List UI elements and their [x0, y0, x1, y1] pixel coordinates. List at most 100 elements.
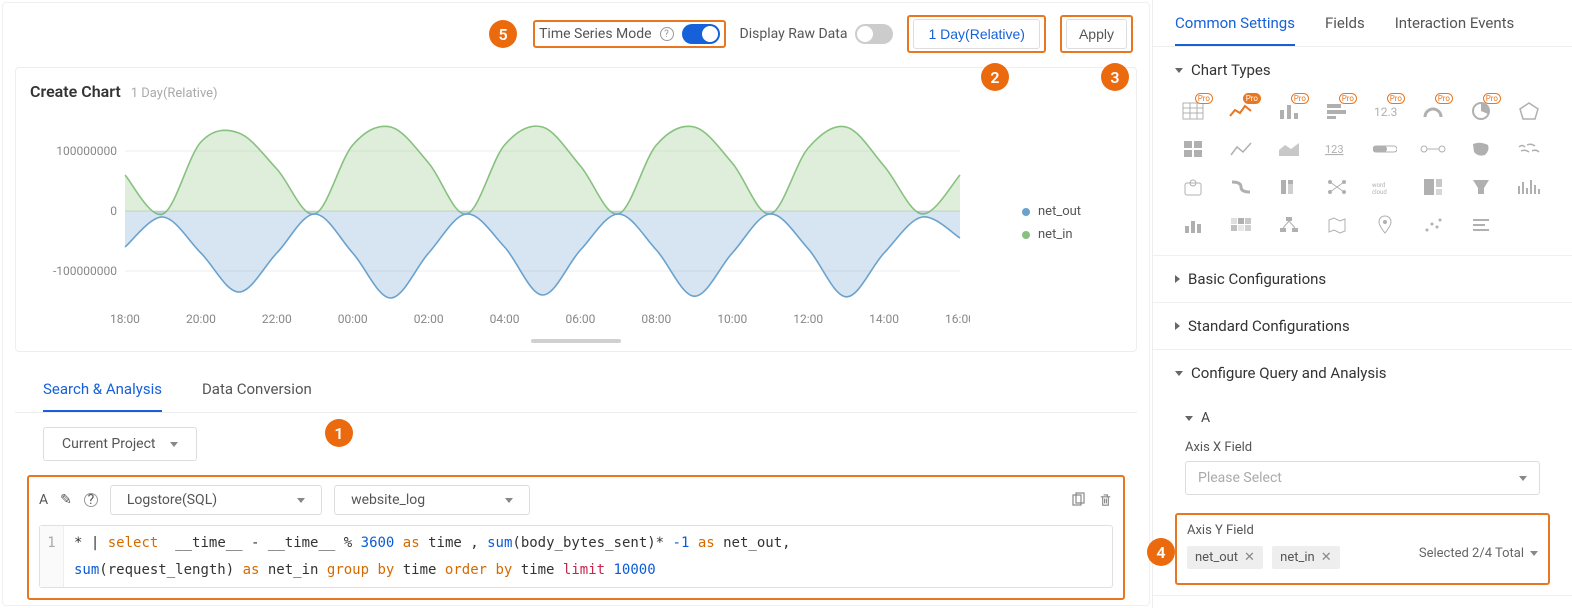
time-range-button[interactable]: 1 Day(Relative)	[913, 19, 1039, 49]
logstore-type-select[interactable]: Logstore(SQL)	[110, 485, 322, 515]
chart-type-gauge-icon[interactable]: Pro	[1415, 97, 1451, 125]
chart-type-radar-icon[interactable]	[1511, 97, 1547, 125]
chart-type-world-map-icon[interactable]	[1511, 135, 1547, 163]
chart-type-map2-icon[interactable]	[1319, 211, 1355, 239]
section-basic-config[interactable]: Basic Configurations	[1153, 256, 1572, 302]
tab-common-settings[interactable]: Common Settings	[1175, 14, 1295, 46]
chart-type-progress-icon[interactable]	[1367, 135, 1403, 163]
letter-a-icon[interactable]: A	[39, 492, 48, 508]
subsection-a[interactable]: A	[1185, 402, 1540, 434]
help-icon[interactable]: ?	[84, 493, 98, 507]
chart-type-sankey-icon[interactable]	[1223, 173, 1259, 201]
chart-type-heatmap-icon[interactable]	[1223, 211, 1259, 239]
axis-y-tag[interactable]: net_in ✕	[1272, 546, 1339, 569]
chart-type-funnel-icon[interactable]	[1463, 173, 1499, 201]
apply-button[interactable]: Apply	[1066, 19, 1127, 49]
chevron-down-icon	[297, 498, 305, 503]
chart-type-pie-icon[interactable]: Pro	[1463, 97, 1499, 125]
rp-tablist: Common Settings Fields Interaction Event…	[1153, 0, 1572, 47]
tag-label: net_in	[1280, 550, 1315, 565]
legend-item[interactable]: net_out	[1022, 204, 1122, 219]
chart-type-network-icon[interactable]	[1319, 173, 1355, 201]
svg-text:16:00: 16:00	[945, 312, 970, 326]
legend-label: net_in	[1038, 227, 1073, 242]
chart-type-tree-icon[interactable]	[1271, 211, 1307, 239]
chart-type-number-icon[interactable]: Pro12.3	[1367, 97, 1403, 125]
legend-item[interactable]: net_in	[1022, 227, 1122, 242]
chart-type-treemap-icon[interactable]	[1415, 173, 1451, 201]
chart-panel: Create Chart 1 Day(Relative) -1000000000…	[15, 67, 1137, 352]
chart-type-123-icon[interactable]: 123	[1319, 135, 1355, 163]
copy-icon[interactable]	[1070, 492, 1086, 508]
chart-svg: -100000000010000000018:0020:0022:0000:00…	[30, 111, 970, 331]
section-label: Chart Types	[1191, 61, 1271, 79]
chart-type-flow-icon[interactable]	[1415, 135, 1451, 163]
time-series-mode-toggle[interactable]	[682, 24, 720, 44]
caret-down-icon	[1175, 68, 1183, 73]
sql-editor[interactable]: 1 * | select __time__ - __time__ % 3600 …	[39, 525, 1113, 588]
section-query-analysis[interactable]: Configure Query and Analysis	[1153, 350, 1572, 396]
chart-type-line2-icon[interactable]	[1223, 135, 1259, 163]
axis-y-label: Axis Y Field	[1187, 523, 1538, 538]
logstore-name-select[interactable]: website_log	[334, 485, 530, 515]
chart-types-grid: Pro Pro Pro Pro Pro12.3 Pro Pro 123	[1153, 93, 1572, 255]
chart-type-stacked-icon[interactable]	[1271, 173, 1307, 201]
svg-text:-100000000: -100000000	[53, 264, 117, 278]
apply-highlight: Apply	[1060, 15, 1133, 53]
chart-type-area-icon[interactable]	[1271, 135, 1307, 163]
svg-text:02:00: 02:00	[414, 312, 444, 326]
callout-4: 4	[1147, 538, 1175, 566]
caret-down-icon	[1185, 416, 1193, 421]
chart-type-column-icon[interactable]: Pro	[1271, 97, 1307, 125]
chart-type-line-icon[interactable]: Pro	[1223, 97, 1259, 125]
svg-text:14:00: 14:00	[869, 312, 899, 326]
chart-type-map-pin-icon[interactable]	[1175, 173, 1211, 201]
help-icon[interactable]: ?	[660, 27, 674, 41]
axis-x-select[interactable]: Please Select	[1185, 461, 1540, 495]
selected-total[interactable]: Selected 2/4 Total	[1419, 546, 1538, 561]
chevron-down-icon	[505, 498, 513, 503]
chart-type-bar2-icon[interactable]	[1175, 211, 1211, 239]
svg-text:00:00: 00:00	[338, 312, 368, 326]
svg-text:06:00: 06:00	[566, 312, 596, 326]
chevron-down-icon	[1519, 476, 1527, 481]
callout-3: 3	[1101, 63, 1129, 91]
axis-y-tag[interactable]: net_out ✕	[1187, 546, 1263, 569]
tab-data-conversion[interactable]: Data Conversion	[202, 380, 312, 412]
tab-search-analysis[interactable]: Search & Analysis	[43, 380, 162, 412]
svg-text:12.3: 12.3	[1374, 105, 1397, 119]
tab-interaction-events[interactable]: Interaction Events	[1395, 14, 1515, 46]
chart-type-grid-icon[interactable]	[1175, 135, 1211, 163]
time-series-mode-highlight: Time Series Mode ?	[533, 20, 725, 48]
axis-y-highlight: Axis Y Field net_out ✕ net_in ✕ Selected…	[1175, 513, 1550, 585]
project-select[interactable]: Current Project	[43, 427, 197, 461]
display-raw-data-toggle[interactable]	[855, 24, 893, 44]
chart-type-wordcloud-icon[interactable]: wordcloud	[1367, 173, 1403, 201]
logstore-name-label: website_log	[351, 492, 425, 508]
chart-type-scatter-icon[interactable]	[1415, 211, 1451, 239]
logstore-type-label: Logstore(SQL)	[127, 492, 217, 508]
svg-text:18:00: 18:00	[110, 312, 140, 326]
svg-text:word: word	[1372, 182, 1385, 189]
chart-type-bar-icon[interactable]: Pro	[1319, 97, 1355, 125]
callout-2: 2	[981, 63, 1009, 91]
chart-type-text-icon[interactable]	[1463, 211, 1499, 239]
delete-icon[interactable]	[1098, 493, 1113, 508]
time-range-highlight: 1 Day(Relative)	[907, 15, 1045, 53]
edit-icon[interactable]: ✎	[60, 492, 72, 508]
section-label: Standard Configurations	[1188, 317, 1350, 335]
section-chart-types[interactable]: Chart Types	[1153, 47, 1572, 93]
chart-type-location-icon[interactable]	[1367, 211, 1403, 239]
tab-fields[interactable]: Fields	[1325, 14, 1365, 46]
chart-scroll-indicator[interactable]	[531, 339, 621, 343]
chart-type-china-map-icon[interactable]	[1463, 135, 1499, 163]
chart-type-histogram-icon[interactable]	[1511, 173, 1547, 201]
close-icon[interactable]: ✕	[1244, 550, 1255, 565]
callout-5: 5	[489, 20, 517, 48]
section-standard-config[interactable]: Standard Configurations	[1153, 303, 1572, 349]
line-gutter: 1	[40, 526, 64, 587]
svg-text:100000000: 100000000	[56, 144, 117, 158]
chart-type-table-icon[interactable]: Pro	[1175, 97, 1211, 125]
chart-legend: net_out net_in	[1022, 111, 1122, 335]
close-icon[interactable]: ✕	[1321, 550, 1332, 565]
